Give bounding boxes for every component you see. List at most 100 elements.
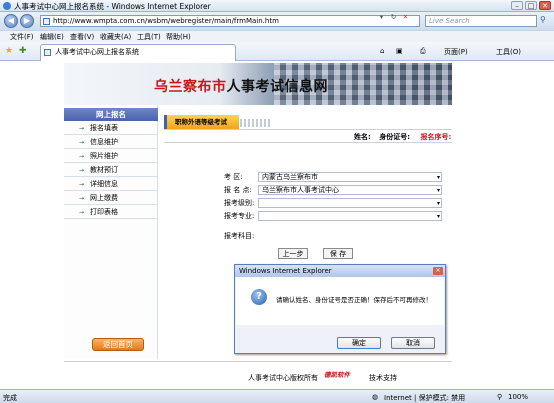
dropdown-arrow-icon: ▾ bbox=[436, 174, 440, 181]
status-text: 完成 bbox=[3, 394, 17, 402]
dialog-title-text: Windows Internet Explorer bbox=[239, 267, 332, 275]
security-zone: Internet | 保护模式: 禁用 bbox=[384, 394, 466, 402]
confirm-dialog: Windows Internet Explorer ✕ ? 请确认姓名、身份证号… bbox=[234, 264, 446, 354]
page-icon bbox=[44, 49, 51, 56]
menu-bar: 文件(F) 编辑(E) 查看(V) 收藏夹(A) 工具(T) 帮助(H) bbox=[0, 30, 554, 42]
tab-bar: ★ ✚ 人事考试中心网上报名系统 ⌂ ▣ ⎙ 页面(P) 工具(O) bbox=[0, 42, 554, 61]
site-label: 报 名 点: bbox=[224, 186, 252, 194]
window-title: 人事考试中心网上报名系统 - Windows Internet Explorer bbox=[14, 2, 211, 11]
divider bbox=[164, 142, 452, 143]
arrow-icon: → bbox=[79, 209, 85, 216]
page-icon bbox=[43, 18, 50, 25]
name-label: 姓名: bbox=[354, 133, 371, 141]
question-icon: ? bbox=[251, 289, 267, 305]
home-icon[interactable]: ⌂ bbox=[380, 47, 384, 55]
arrow-icon: → bbox=[79, 125, 85, 132]
menu-favorites[interactable]: 收藏夹(A) bbox=[100, 32, 131, 42]
dialog-body: ? 请确认姓名、身份证号是否正确！保存后不可再修改！ bbox=[236, 277, 444, 325]
save-button[interactable]: 保 存 bbox=[323, 248, 353, 259]
site-title: 乌兰察布市人事考试信息网 bbox=[154, 76, 328, 96]
maximize-button[interactable]: □ bbox=[525, 1, 537, 10]
menu-tools[interactable]: 工具(T) bbox=[137, 32, 161, 42]
address-input[interactable]: http://www.wmpta.com.cn/wsbm/webregister… bbox=[40, 15, 420, 27]
sidebar-item-label: 报名填表 bbox=[90, 124, 118, 132]
sidebar-item-photo-maintenance[interactable]: → 照片维护 bbox=[64, 150, 158, 163]
major-label: 报考专业: bbox=[224, 212, 255, 220]
back-arrow-icon[interactable]: ◀ bbox=[4, 14, 18, 28]
prev-step-button[interactable]: 上一步 bbox=[278, 248, 308, 259]
dropdown-arrow-icon: ▾ bbox=[436, 187, 440, 194]
ie-icon bbox=[3, 2, 11, 10]
dropdown-arrow-icon: ▾ bbox=[436, 200, 440, 207]
site-title-rest: 人事考试信息网 bbox=[226, 79, 328, 95]
region-label: 考 区: bbox=[224, 173, 243, 181]
major-select[interactable]: ▾ bbox=[258, 211, 442, 221]
globe-icon: ◍ bbox=[372, 393, 379, 401]
arrow-icon: → bbox=[79, 181, 85, 188]
site-value: 乌兰察布市人事考试中心 bbox=[262, 186, 339, 194]
site-banner: 乌兰察布市人事考试信息网 bbox=[64, 63, 452, 105]
toolbar-tools-menu[interactable]: 工具(O) bbox=[496, 47, 521, 57]
candidate-info-row: 姓名: 身份证号: 报名序号: bbox=[354, 132, 451, 142]
dialog-message: 请确认姓名、身份证号是否正确！保存后不可再修改！ bbox=[276, 296, 432, 304]
dialog-close-icon[interactable]: ✕ bbox=[433, 267, 443, 275]
search-icon[interactable]: ⚲ bbox=[540, 15, 546, 24]
zoom-level[interactable]: 100% bbox=[508, 393, 528, 401]
feeds-icon[interactable]: ▣ bbox=[396, 47, 403, 55]
forward-arrow-icon[interactable]: ▶ bbox=[20, 14, 34, 28]
status-bar: 完成 ◍ Internet | 保护模式: 禁用 ⚲ 100% bbox=[0, 389, 554, 403]
favorites-star-icon[interactable]: ★ bbox=[5, 46, 13, 56]
sidebar-item-label: 网上缴费 bbox=[90, 194, 118, 202]
menu-view[interactable]: 查看(V) bbox=[70, 32, 94, 42]
live-search-input[interactable]: Live Search bbox=[425, 15, 537, 27]
site-title-city: 乌兰察布市 bbox=[154, 79, 227, 95]
sidebar: 网上报名 → 报名填表 → 信息维护 → 照片维护 → 教材预订 → 详细信息 → 网上缴费… bbox=[64, 105, 158, 359]
print-icon[interactable]: ⎙ bbox=[420, 47, 426, 56]
stop-icon[interactable]: ✕ bbox=[400, 13, 411, 22]
subject-label: 报考科目: bbox=[224, 232, 255, 240]
reg-no-label: 报名序号: bbox=[420, 133, 452, 141]
ok-button[interactable]: 确定 bbox=[337, 337, 381, 349]
tab-exam-type[interactable]: 职称外语等级考试 bbox=[164, 115, 239, 129]
arrow-icon: → bbox=[79, 167, 85, 174]
sidebar-item-details[interactable]: → 详细信息 bbox=[64, 178, 158, 191]
sidebar-item-label: 教材预订 bbox=[90, 166, 118, 174]
dialog-title: Windows Internet Explorer ✕ bbox=[235, 265, 445, 277]
back-home-button[interactable]: 返回首页 bbox=[92, 338, 144, 351]
menu-help[interactable]: 帮助(H) bbox=[166, 32, 191, 42]
menu-file[interactable]: 文件(F) bbox=[10, 32, 34, 42]
arrow-icon: → bbox=[79, 139, 85, 146]
region-value: 内蒙古乌兰察布市 bbox=[262, 173, 318, 181]
cancel-button[interactable]: 取消 bbox=[391, 337, 435, 349]
region-select[interactable]: 内蒙古乌兰察布市 ▾ bbox=[258, 172, 442, 182]
vendor-logo: 德凯软件 bbox=[324, 371, 350, 379]
toolbar-page-menu[interactable]: 页面(P) bbox=[444, 47, 468, 57]
add-favorite-icon[interactable]: ✚ bbox=[19, 46, 27, 56]
sidebar-item-label: 打印表格 bbox=[90, 208, 118, 216]
tab-label: 人事考试中心网上报名系统 bbox=[55, 48, 139, 56]
zoom-icon[interactable]: ⚲ bbox=[497, 393, 502, 401]
minimize-button[interactable]: – bbox=[511, 1, 523, 10]
menu-edit[interactable]: 编辑(E) bbox=[40, 32, 64, 42]
sidebar-item-textbook-order[interactable]: → 教材预订 bbox=[64, 164, 158, 177]
sidebar-item-label: 照片维护 bbox=[90, 152, 118, 160]
arrow-icon: → bbox=[79, 153, 85, 160]
dropdown-arrow-icon: ▾ bbox=[436, 213, 440, 220]
sidebar-item-print-form[interactable]: → 打印表格 bbox=[64, 206, 158, 219]
refresh-icon[interactable]: ↻ bbox=[388, 13, 399, 22]
sidebar-heading: 网上报名 bbox=[64, 108, 158, 121]
close-button[interactable]: ✕ bbox=[539, 1, 551, 10]
tech-support-text: 技术支持 bbox=[369, 374, 397, 382]
navigation-bar: ◀ ▶ http://www.wmpta.com.cn/wsbm/webregi… bbox=[0, 12, 554, 30]
tab-decoration bbox=[240, 119, 270, 127]
level-select[interactable]: ▾ bbox=[258, 198, 442, 208]
copyright-text: 人事考试中心版权所有 bbox=[248, 374, 318, 382]
sidebar-item-register-form[interactable]: → 报名填表 bbox=[64, 122, 158, 135]
divider bbox=[164, 129, 452, 130]
dropdown-arrow-icon[interactable]: ▾ bbox=[376, 13, 387, 22]
site-select[interactable]: 乌兰察布市人事考试中心 ▾ bbox=[258, 185, 442, 195]
tab-active[interactable]: 人事考试中心网上报名系统 bbox=[40, 44, 236, 61]
sidebar-item-online-payment[interactable]: → 网上缴费 bbox=[64, 192, 158, 205]
level-label: 报考级别: bbox=[224, 199, 255, 207]
sidebar-item-info-maintenance[interactable]: → 信息维护 bbox=[64, 136, 158, 149]
